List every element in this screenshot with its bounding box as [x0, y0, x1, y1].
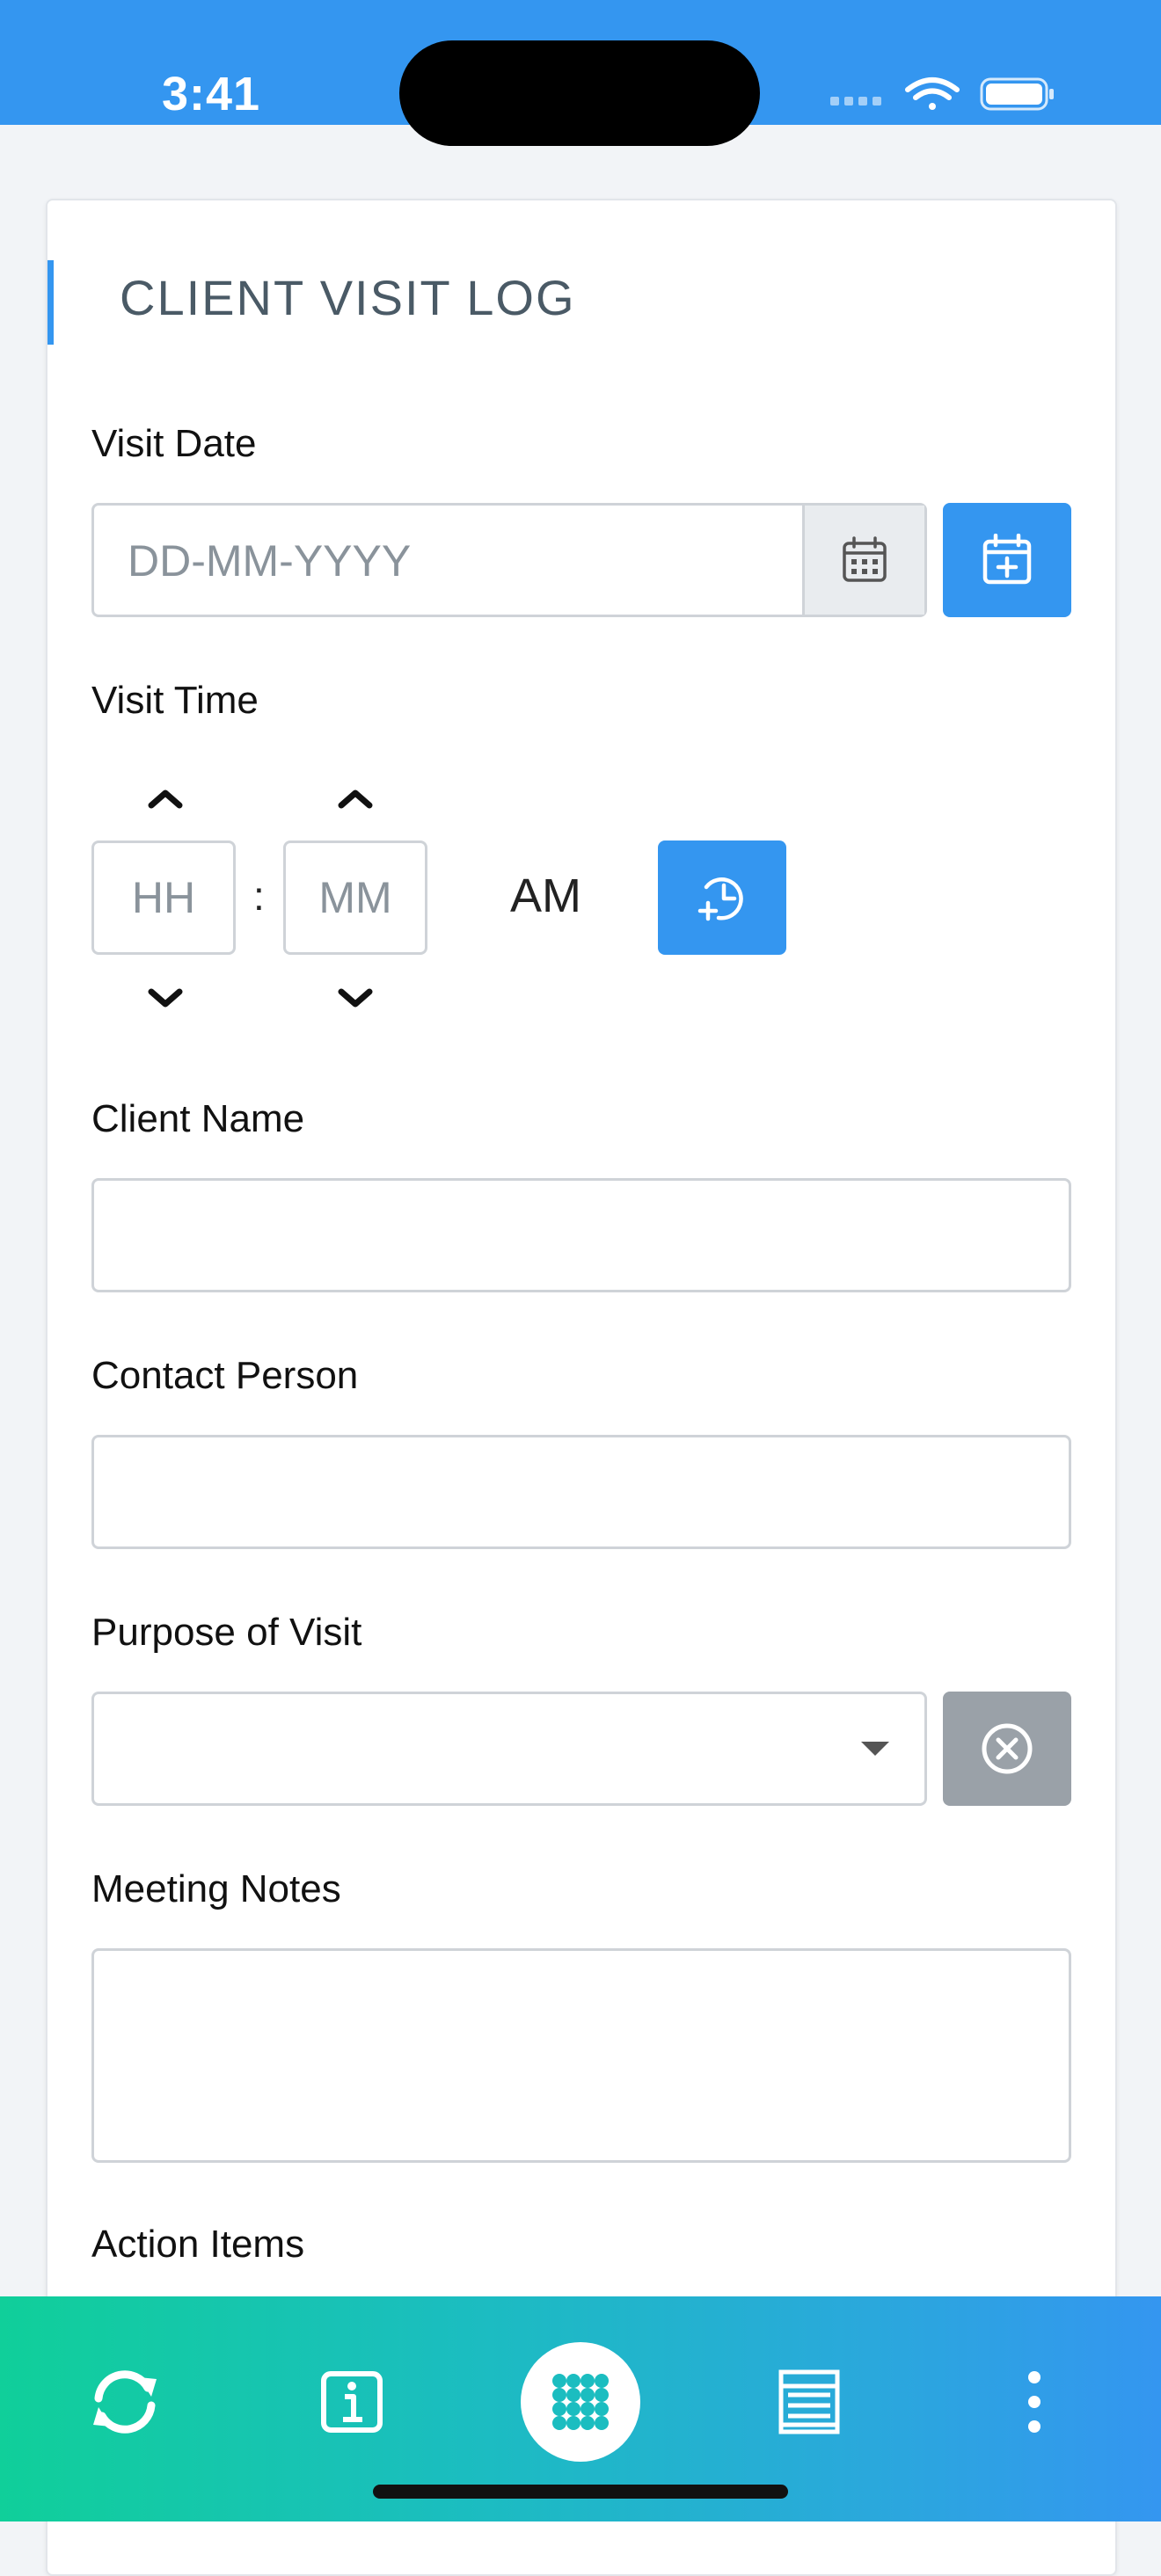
hour-up-chevron-icon[interactable]: [144, 784, 186, 811]
hour-placeholder: HH: [131, 873, 196, 922]
minute-up-chevron-icon[interactable]: [334, 784, 376, 811]
battery-icon: [980, 77, 1054, 111]
tab-sync[interactable]: [63, 2340, 186, 2463]
tab-info[interactable]: [290, 2340, 413, 2463]
dynamic-island: [399, 40, 760, 146]
signal-icon: [830, 97, 881, 106]
calendar-icon: [843, 536, 887, 582]
time-separator: :: [253, 873, 265, 919]
more-vertical-icon: [1028, 2371, 1041, 2433]
apps-grid-icon: [521, 2342, 640, 2462]
purpose-select[interactable]: [91, 1692, 927, 1806]
action-items-label: Action Items: [91, 2223, 305, 2266]
minute-input[interactable]: MM: [283, 840, 427, 955]
calendar-addon[interactable]: [802, 506, 924, 615]
visit-date-label: Visit Date: [91, 422, 257, 465]
purpose-label: Purpose of Visit: [91, 1611, 362, 1654]
client-name-input[interactable]: [91, 1178, 1071, 1292]
tab-more[interactable]: [973, 2340, 1096, 2463]
contact-person-input[interactable]: [91, 1435, 1071, 1549]
status-bar: 3:41: [0, 0, 1161, 146]
visit-date-placeholder: DD-MM-YYYY: [128, 536, 412, 586]
status-icons: [830, 77, 1054, 111]
meeting-notes-label: Meeting Notes: [91, 1867, 341, 1910]
close-circle-icon: [982, 1723, 1033, 1774]
hour-input[interactable]: HH: [91, 840, 236, 955]
sync-icon: [93, 2370, 157, 2434]
tab-apps[interactable]: [519, 2340, 642, 2463]
list-icon: [778, 2369, 840, 2434]
set-time-button[interactable]: [658, 840, 786, 955]
info-icon: [321, 2371, 383, 2433]
title-accent-bar: [47, 260, 54, 345]
page-title: CLIENT VISIT LOG: [120, 270, 576, 325]
visit-time-label: Visit Time: [91, 679, 259, 722]
minute-placeholder: MM: [318, 873, 392, 922]
meridiem-toggle[interactable]: AM: [510, 869, 581, 923]
contact-person-label: Contact Person: [91, 1354, 359, 1397]
tab-list[interactable]: [748, 2340, 871, 2463]
caret-down-icon: [861, 1742, 889, 1756]
hour-down-chevron-icon[interactable]: [144, 985, 186, 1011]
client-name-label: Client Name: [91, 1097, 305, 1140]
visit-date-input[interactable]: DD-MM-YYYY: [91, 503, 927, 617]
calendar-plus-icon: [982, 534, 1032, 585]
meeting-notes-textarea[interactable]: [91, 1948, 1071, 2163]
status-time: 3:41: [162, 68, 261, 120]
home-indicator: [373, 2485, 788, 2499]
clear-purpose-button[interactable]: [943, 1692, 1071, 1806]
minute-down-chevron-icon[interactable]: [334, 985, 376, 1011]
wifi-icon: [905, 77, 960, 110]
clock-plus-icon: [697, 877, 743, 921]
add-date-button[interactable]: [943, 503, 1071, 617]
visit-log-card: CLIENT VISIT LOG Visit Date DD-MM-YYYY V…: [46, 199, 1117, 2576]
